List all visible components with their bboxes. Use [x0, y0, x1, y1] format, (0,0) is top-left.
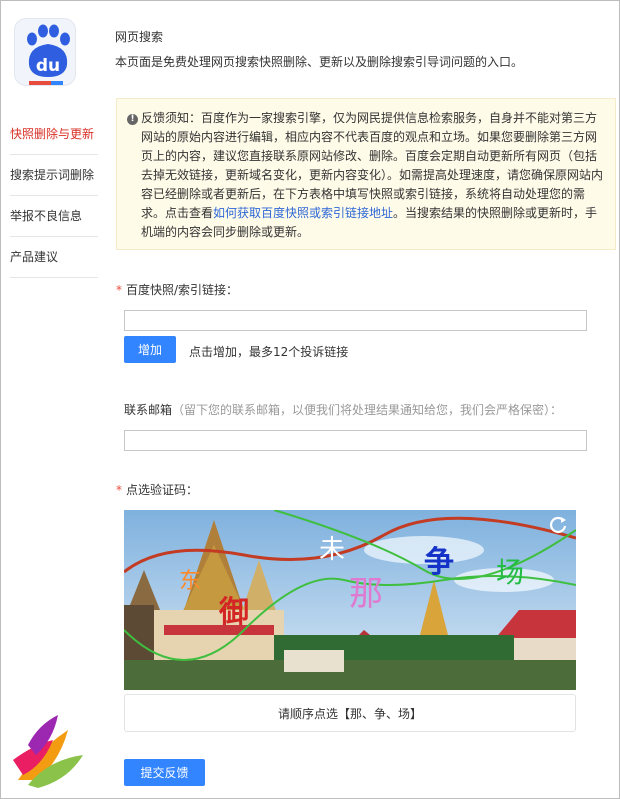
captcha-char: 那	[349, 574, 383, 614]
email-label-text: 联系邮箱	[124, 403, 173, 417]
captcha-label: * 点选验证码：	[116, 481, 198, 498]
captcha-scene: 未 那 争 场 御 东	[124, 510, 576, 690]
captcha-char: 御	[218, 595, 249, 630]
email-label-hint: （留下您的联系邮箱，以便我们将处理结果通知给您，我们会严格保密）：	[172, 403, 563, 417]
notice-box: ! 反馈须知：百度作为一家搜索引擎，仅为网民提供信息检索服务，自身并不能对第三方…	[116, 98, 616, 250]
exclamation-circle-icon: !	[127, 114, 138, 125]
sidebar-item-product-suggestion[interactable]: 产品建议	[10, 237, 98, 278]
sidebar-item-report[interactable]: 举报不良信息	[10, 196, 98, 237]
page-description: 本页面是免费处理网页搜索快照删除、更新以及删除搜索引导词问题的入口。	[115, 55, 524, 69]
link-label: * 百度快照/索引链接：	[116, 281, 238, 298]
captcha-char: 场	[496, 556, 524, 589]
submit-feedback-button[interactable]: 提交反馈	[124, 759, 205, 786]
sidebar-item-suggestion-delete[interactable]: 搜索提示词删除	[10, 155, 98, 196]
captcha-char: 东	[179, 569, 201, 594]
baidu-logo: du	[14, 18, 76, 86]
logo-stripe	[29, 81, 63, 85]
email-label: 联系邮箱（留下您的联系邮箱，以便我们将处理结果通知给您，我们会严格保密）：	[124, 401, 562, 418]
required-mark: *	[116, 483, 122, 497]
notice-text: 反馈须知：百度作为一家搜索引擎，仅为网民提供信息检索服务，自身并不能对第三方网站…	[141, 109, 605, 242]
captcha-label-text: 点选验证码：	[126, 483, 199, 497]
notice-link[interactable]: 如何获取百度快照或索引链接地址	[213, 206, 393, 220]
captcha-prompt: 请顺序点选【那、争、场】	[124, 694, 576, 732]
captcha-image[interactable]: 未 那 争 场 御 东	[124, 510, 576, 690]
add-link-button[interactable]: 增加	[124, 336, 176, 363]
sidebar-item-snapshot-delete[interactable]: 快照删除与更新	[10, 114, 98, 155]
required-mark: *	[116, 283, 122, 297]
colorful-bird-logo	[13, 715, 83, 788]
link-input[interactable]	[124, 310, 587, 331]
page-title: 网页搜索	[115, 30, 164, 44]
link-label-text: 百度快照/索引链接：	[126, 283, 239, 297]
baidu-paw-logo: du	[27, 24, 70, 77]
refresh-icon[interactable]	[548, 515, 568, 535]
captcha-char: 争	[424, 545, 454, 580]
logo-text: du	[36, 56, 60, 76]
captcha-char: 未	[319, 535, 345, 565]
sidebar: 快照删除与更新 搜索提示词删除 举报不良信息 产品建议	[10, 114, 98, 278]
email-input[interactable]	[124, 430, 587, 451]
notice-text-before: 反馈须知：百度作为一家搜索引擎，仅为网民提供信息检索服务，自身并不能对第三方网站…	[141, 111, 604, 220]
add-link-hint: 点击增加，最多12个投诉链接	[189, 345, 349, 359]
